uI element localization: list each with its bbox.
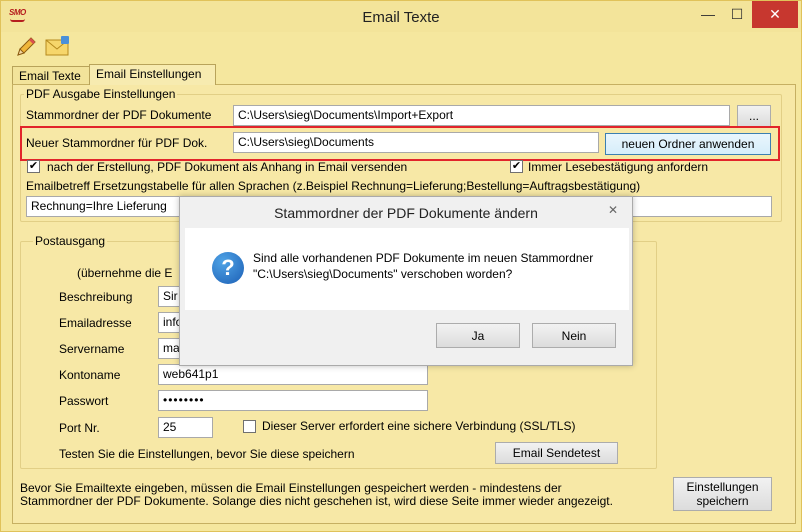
email-address-label: Emailadresse <box>59 316 132 330</box>
maximize-button[interactable]: ☐ <box>723 1 751 28</box>
apply-new-folder-button[interactable]: neuen Ordner anwenden <box>605 133 771 155</box>
window-title: Email Texte <box>362 9 440 26</box>
description-label: Beschreibung <box>59 290 133 304</box>
dialog-message-line2: "C:\Users\sieg\Documents" verschoben wor… <box>253 267 513 281</box>
ssl-label: Dieser Server erfordert eine sichere Ver… <box>262 419 576 433</box>
email-texte-window: SMO Email Texte — ☐ ✕ Email Texte Email … <box>0 0 802 532</box>
account-name-label: Kontoname <box>59 368 121 382</box>
password-label: Passwort <box>59 394 109 408</box>
port-field[interactable]: 25 <box>158 417 213 438</box>
save-settings-label-2: speichern <box>696 494 749 508</box>
save-settings-label-1: Einstellungen <box>686 480 759 494</box>
new-root-folder-field[interactable]: C:\Users\sieg\Documents <box>233 132 599 153</box>
test-hint-label: Testen Sie die Einstellungen, bevor Sie … <box>59 447 355 461</box>
attach-pdf-label: nach der Erstellung, PDF Dokument als An… <box>47 160 408 174</box>
dialog-close-icon[interactable]: ✕ <box>600 200 626 220</box>
root-folder-field[interactable]: C:\Users\sieg\Documents\Import+Export <box>233 105 730 126</box>
yes-button[interactable]: Ja <box>436 323 520 348</box>
title-bar[interactable]: SMO Email Texte — ☐ ✕ <box>1 1 801 32</box>
dialog-body: ? Sind alle vorhandenen PDF Dokumente im… <box>185 228 629 310</box>
outbox-group-label: Postausgang <box>33 234 108 248</box>
email-send-test-button[interactable]: Email Sendetest <box>495 442 618 464</box>
server-name-label: Servername <box>59 342 125 356</box>
dialog-message: Sind alle vorhandenen PDF Dokumente im n… <box>253 250 593 282</box>
attach-pdf-checkbox[interactable]: ✔ <box>27 160 40 173</box>
confirm-dialog: Stammordner der PDF Dokumente ändern ✕ ?… <box>179 196 633 366</box>
tab-email-einstellungen[interactable]: Email Einstellungen <box>89 64 216 85</box>
no-button[interactable]: Nein <box>532 323 616 348</box>
password-field[interactable]: •••••••• <box>158 390 428 411</box>
tab-email-texte[interactable]: Email Texte <box>12 66 90 85</box>
save-note-line2: Stammordner der PDF Dokumente. Solange d… <box>20 494 613 508</box>
close-button[interactable]: ✕ <box>752 1 798 28</box>
save-settings-button[interactable]: Einstellungen speichern <box>673 477 772 511</box>
toolbar <box>10 33 80 59</box>
envelope-icon[interactable] <box>44 35 70 59</box>
root-folder-label: Stammordner der PDF Dokumente <box>26 108 212 122</box>
dialog-message-line1: Sind alle vorhandenen PDF Dokumente im n… <box>253 251 594 265</box>
account-name-field[interactable]: web641p1 <box>158 364 428 385</box>
ssl-checkbox[interactable] <box>243 420 256 433</box>
dialog-title: Stammordner der PDF Dokumente ändern <box>274 205 538 221</box>
new-root-folder-label: Neuer Stammordner für PDF Dok. <box>26 136 208 150</box>
pdf-group-label: PDF Ausgabe Einstellungen <box>24 87 178 101</box>
read-receipt-label: Immer Lesebestätigung anfordern <box>528 160 709 174</box>
adopt-settings-label: (übernehme die E <box>77 266 173 280</box>
subject-table-label: Emailbetreff Ersetzungstabelle für allen… <box>26 179 641 193</box>
save-note-line1: Bevor Sie Emailtexte eingeben, müssen di… <box>20 481 562 495</box>
minimize-button[interactable]: — <box>694 1 722 28</box>
port-label: Port Nr. <box>59 421 100 435</box>
browse-button[interactable]: ... <box>737 105 771 127</box>
pencil-icon[interactable] <box>14 35 40 59</box>
question-icon: ? <box>212 252 244 284</box>
read-receipt-checkbox[interactable]: ✔ <box>510 160 523 173</box>
